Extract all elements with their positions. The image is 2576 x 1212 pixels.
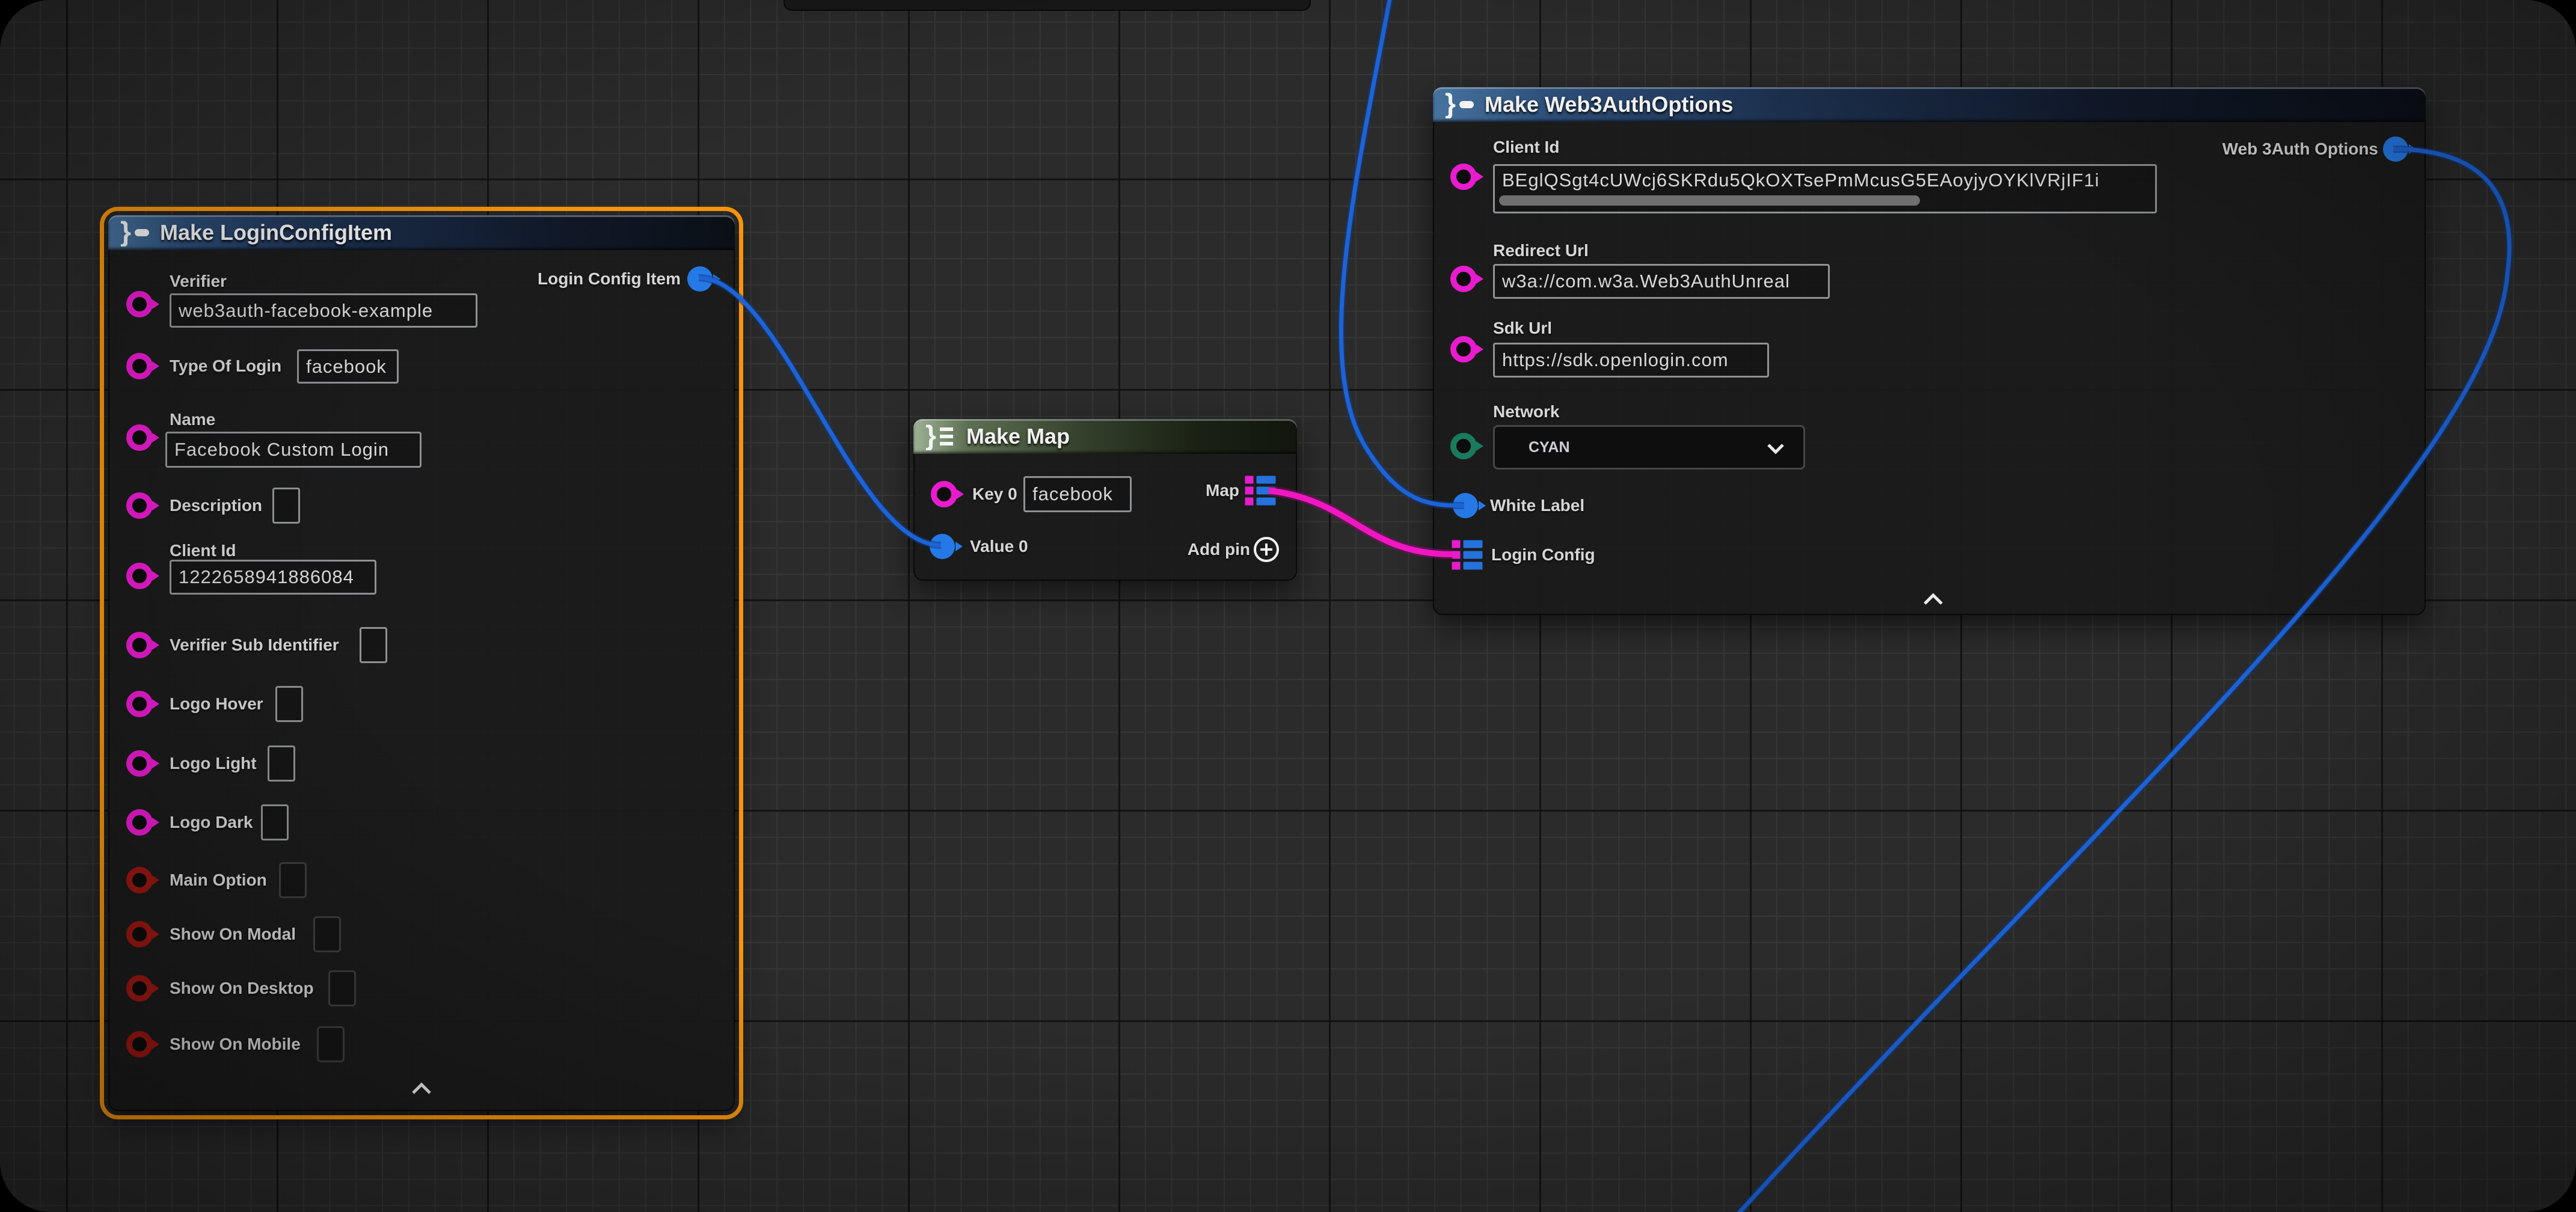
web3auth-options-output-pin[interactable] <box>2383 136 2408 162</box>
key0-input[interactable]: facebook <box>1023 476 1132 512</box>
value0-pin[interactable] <box>930 534 955 559</box>
key0-pin[interactable] <box>931 481 957 507</box>
key0-pin-label: Key 0 <box>972 485 1017 504</box>
add-pin-label: Add pin <box>1188 540 1250 559</box>
node-title: Make LoginConfigItem <box>160 220 392 245</box>
value0-pin-label: Value 0 <box>970 537 1028 556</box>
description-pin-label: Description <box>170 496 262 515</box>
verifier-sub-identifier-pin-label: Verifier Sub Identifier <box>170 635 339 655</box>
login-config-item-output-pin[interactable] <box>687 266 713 292</box>
show-on-modal-pin[interactable] <box>126 921 153 947</box>
show-on-modal-pin-label: Show On Modal <box>170 925 296 944</box>
add-pin-icon[interactable] <box>1253 536 1280 563</box>
node-header[interactable]: } Make Map <box>913 419 1297 454</box>
node-make-map[interactable]: } Make Map Key 0 facebook Map Value 0 Ad… <box>913 419 1297 581</box>
login-config-pin[interactable] <box>1452 540 1483 570</box>
map-output-pin[interactable] <box>1245 476 1276 506</box>
chevron-down-icon <box>1765 441 1786 456</box>
sdk-url-pin[interactable] <box>1450 336 1477 363</box>
logo-light-pin-label: Logo Light <box>170 754 257 773</box>
node-title: Make Web3AuthOptions <box>1485 92 1733 117</box>
show-on-desktop-pin[interactable] <box>126 975 153 1002</box>
output-pin-label: Login Config Item <box>538 269 681 289</box>
node-header[interactable]: } Make Web3AuthOptions <box>1433 87 2426 122</box>
redirect-url-input[interactable]: w3a://com.w3a.Web3AuthUnreal <box>1493 264 1830 299</box>
logo-hover-input[interactable] <box>275 686 303 722</box>
sdk-url-pin-label: Sdk Url <box>1493 319 1552 338</box>
output-pin-label: Web 3Auth Options <box>2222 139 2378 159</box>
client-id-pin-label: Client Id <box>1493 138 1559 157</box>
type-of-login-input[interactable]: facebook <box>297 349 399 384</box>
network-pin[interactable] <box>1450 433 1477 459</box>
svg-text:}: } <box>925 423 936 450</box>
svg-text:}: } <box>1445 91 1456 118</box>
show-on-modal-checkbox[interactable] <box>313 916 341 952</box>
white-label-pin[interactable] <box>1453 493 1478 518</box>
client-id-input[interactable]: 1222658941886084 <box>170 560 376 595</box>
node-make-web3authoptions[interactable]: } Make Web3AuthOptions Web 3Auth Options… <box>1433 87 2426 615</box>
main-option-pin-label: Main Option <box>170 871 267 890</box>
network-pin-label: Network <box>1493 402 1559 421</box>
show-on-desktop-checkbox[interactable] <box>328 970 356 1006</box>
logo-light-pin[interactable] <box>126 750 153 777</box>
sdk-url-input[interactable]: https://sdk.openlogin.com <box>1493 343 1769 378</box>
show-on-mobile-checkbox[interactable] <box>317 1026 345 1062</box>
svg-text:}: } <box>120 219 131 246</box>
main-option-checkbox[interactable] <box>279 862 307 898</box>
type-of-login-pin-label: Type Of Login <box>170 357 281 376</box>
show-on-mobile-pin[interactable] <box>126 1031 153 1057</box>
name-pin[interactable] <box>126 424 153 451</box>
wire-loginconfigitem-to-value0-glow <box>699 278 941 545</box>
node-make-loginconfigitem[interactable]: } Make LoginConfigItem Login Config Item… <box>108 215 735 1111</box>
name-pin-label: Name <box>170 410 215 429</box>
logo-hover-pin-label: Logo Hover <box>170 694 263 714</box>
client-id-pin[interactable] <box>1450 164 1477 190</box>
login-config-pin-label: Login Config <box>1491 545 1595 565</box>
map-output-pin-label: Map <box>1206 481 1239 500</box>
name-input[interactable]: Facebook Custom Login <box>165 432 422 468</box>
collapse-node-chevron-icon[interactable] <box>1921 592 1945 607</box>
make-struct-icon: } <box>1445 91 1475 118</box>
redirect-url-pin[interactable] <box>1450 266 1477 292</box>
redirect-url-pin-label: Redirect Url <box>1493 241 1589 260</box>
client-id-pin-label: Client Id <box>170 541 236 560</box>
network-dropdown-value: CYAN <box>1529 439 1570 456</box>
main-option-pin[interactable] <box>126 867 153 893</box>
logo-light-input[interactable] <box>268 745 295 782</box>
description-pin[interactable] <box>126 492 153 519</box>
verifier-sub-identifier-input[interactable] <box>360 627 387 663</box>
type-of-login-pin[interactable] <box>126 353 153 379</box>
network-dropdown[interactable]: CYAN <box>1493 425 1805 470</box>
make-struct-icon: } <box>120 219 150 246</box>
node-title: Make Map <box>966 424 1070 449</box>
logo-dark-pin-label: Logo Dark <box>170 813 253 832</box>
verifier-pin[interactable] <box>126 291 153 317</box>
node-header[interactable]: } Make LoginConfigItem <box>108 215 735 250</box>
client-id-input[interactable]: BEglQSgt4cUWcj6SKRdu5QkOXTsePmMcusG5EAoy… <box>1493 164 2157 213</box>
collapse-node-chevron-icon[interactable] <box>409 1081 434 1097</box>
verifier-sub-identifier-pin[interactable] <box>126 632 153 658</box>
show-on-desktop-pin-label: Show On Desktop <box>170 979 314 998</box>
offscreen-node-edge <box>784 0 1311 11</box>
show-on-mobile-pin-label: Show On Mobile <box>170 1035 301 1054</box>
logo-dark-input[interactable] <box>261 804 289 840</box>
make-map-icon: } <box>925 423 957 450</box>
client-id-input-scrollbar[interactable] <box>1499 195 1920 206</box>
description-input[interactable] <box>272 488 300 524</box>
wire-loginconfigitem-to-value0[interactable] <box>699 278 941 545</box>
blueprint-graph-canvas[interactable]: } Make LoginConfigItem Login Config Item… <box>0 0 2576 1212</box>
logo-hover-pin[interactable] <box>126 691 153 717</box>
verifier-input[interactable]: web3auth-facebook-example <box>170 293 477 328</box>
logo-dark-pin[interactable] <box>126 809 153 836</box>
client-id-pin[interactable] <box>126 563 153 589</box>
white-label-pin-label: White Label <box>1490 496 1584 515</box>
verifier-pin-label: Verifier <box>170 272 227 291</box>
